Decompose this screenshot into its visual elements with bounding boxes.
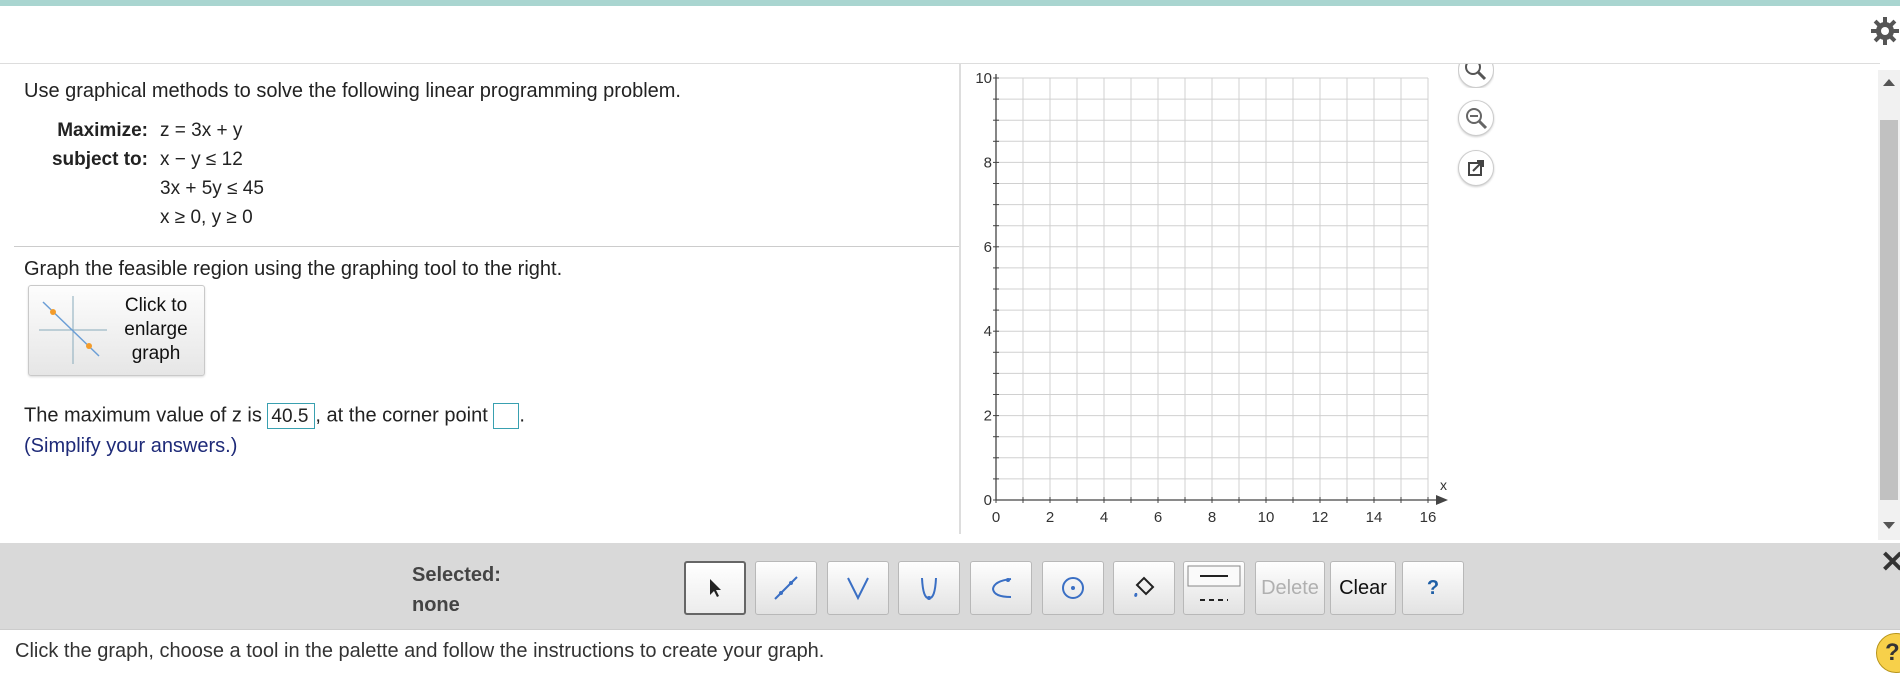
y-tick-label: 8 xyxy=(984,154,992,171)
enlarge-text-line2: enlarge xyxy=(124,319,188,340)
selected-value: none xyxy=(412,594,460,616)
x-tick-label: 2 xyxy=(1046,509,1054,526)
x-tick-label: 12 xyxy=(1312,509,1329,526)
section-divider xyxy=(14,246,959,247)
absolute-value-tool-button[interactable] xyxy=(827,561,889,615)
graph-grid xyxy=(995,77,1429,501)
exponential-tool-button[interactable] xyxy=(970,561,1032,615)
y-tick-label: 0 xyxy=(984,492,992,509)
clear-button[interactable]: Clear xyxy=(1330,561,1396,615)
constraint-3: x ≥ 0, y ≥ 0 xyxy=(160,207,253,228)
graph-thumbnail-icon xyxy=(39,296,107,364)
line-style-icon xyxy=(1187,565,1241,601)
line-style-tool-button[interactable] xyxy=(1183,561,1245,615)
parabola-icon xyxy=(921,577,937,600)
close-icon[interactable]: ✕ xyxy=(1880,548,1900,578)
x-axis-arrow-icon xyxy=(1436,495,1448,505)
subject-to-label: subject to: xyxy=(51,149,148,170)
help-label: ? xyxy=(1426,576,1440,599)
x-axis-label: x xyxy=(1440,477,1447,493)
fill-tool-button[interactable] xyxy=(1113,561,1175,615)
vertical-scrollbar[interactable] xyxy=(1878,70,1900,540)
clear-label: Clear xyxy=(1339,576,1387,599)
x-tick-label: 10 xyxy=(1258,509,1275,526)
selected-tool-label: Selected: none xyxy=(412,560,501,620)
x-tick-label: 6 xyxy=(1154,509,1162,526)
x-tick-label: 14 xyxy=(1366,509,1383,526)
fill-icon xyxy=(1134,576,1155,597)
maximize-label: Maximize: xyxy=(57,120,148,141)
parabola-tool-button[interactable] xyxy=(898,561,960,615)
x-tick-label: 8 xyxy=(1208,509,1216,526)
corner-point-input[interactable] xyxy=(493,403,520,429)
circle-tool-button[interactable] xyxy=(1042,561,1104,615)
answer-middle: , at the corner point xyxy=(315,404,488,427)
top-accent-bar xyxy=(0,0,1900,6)
absolute-value-icon xyxy=(847,577,869,601)
x-tick-label: 4 xyxy=(1100,509,1108,526)
x-tick-label: 0 xyxy=(992,509,1000,526)
constraint-1: x − y ≤ 12 xyxy=(160,149,243,170)
popout-button[interactable] xyxy=(1458,150,1494,186)
help-button[interactable]: ? xyxy=(1402,561,1464,615)
graph-instruction-text: Graph the feasible region using the grap… xyxy=(24,258,563,280)
zoom-out-icon xyxy=(1466,108,1488,130)
enlarge-text-line1: Click to xyxy=(124,295,188,316)
constraint-2: 3x + 5y ≤ 45 xyxy=(160,178,264,199)
enlarge-graph-button[interactable]: Click to enlarge graph xyxy=(28,285,205,376)
simplify-hint: (Simplify your answers.) xyxy=(24,435,238,457)
pointer-icon xyxy=(710,579,721,597)
answer-suffix: . xyxy=(519,404,525,427)
pointer-tool-button[interactable] xyxy=(684,561,746,615)
zoom-out-button[interactable] xyxy=(1458,100,1494,136)
y-tick-label: 10 xyxy=(975,70,992,87)
zoom-in-button[interactable] xyxy=(1458,64,1494,88)
max-value-input[interactable]: 40.5 xyxy=(267,403,316,429)
scroll-thumb xyxy=(1880,120,1898,500)
y-tick-label: 2 xyxy=(984,408,992,425)
y-tick-label: 6 xyxy=(984,239,992,256)
enlarge-text-line3: graph xyxy=(131,343,181,364)
delete-label: Delete xyxy=(1261,576,1319,599)
line-icon xyxy=(774,576,798,600)
zoom-in-icon xyxy=(1465,64,1487,81)
external-link-icon xyxy=(1468,160,1484,176)
y-tick-label: 4 xyxy=(984,323,992,340)
line-tool-button[interactable] xyxy=(755,561,817,615)
answer-prefix: The maximum value of z is xyxy=(24,404,262,427)
delete-button[interactable]: Delete xyxy=(1255,561,1325,615)
gear-icon[interactable] xyxy=(1870,16,1900,46)
status-message: Click the graph, choose a tool in the pa… xyxy=(15,640,825,662)
objective-function: z = 3x + y xyxy=(160,120,243,141)
circle-icon xyxy=(1062,577,1084,599)
instruction-text: Use graphical methods to solve the follo… xyxy=(24,80,681,102)
answer-sentence: The maximum value of z is 40.5, at the c… xyxy=(24,403,525,429)
exponential-icon xyxy=(991,578,1012,598)
graph-area[interactable]: 0 2 4 6 8 10 12 14 16 0 2 4 6 8 10 x xyxy=(940,64,1460,539)
selected-label: Selected: xyxy=(412,564,501,586)
x-tick-label: 16 xyxy=(1420,509,1437,526)
